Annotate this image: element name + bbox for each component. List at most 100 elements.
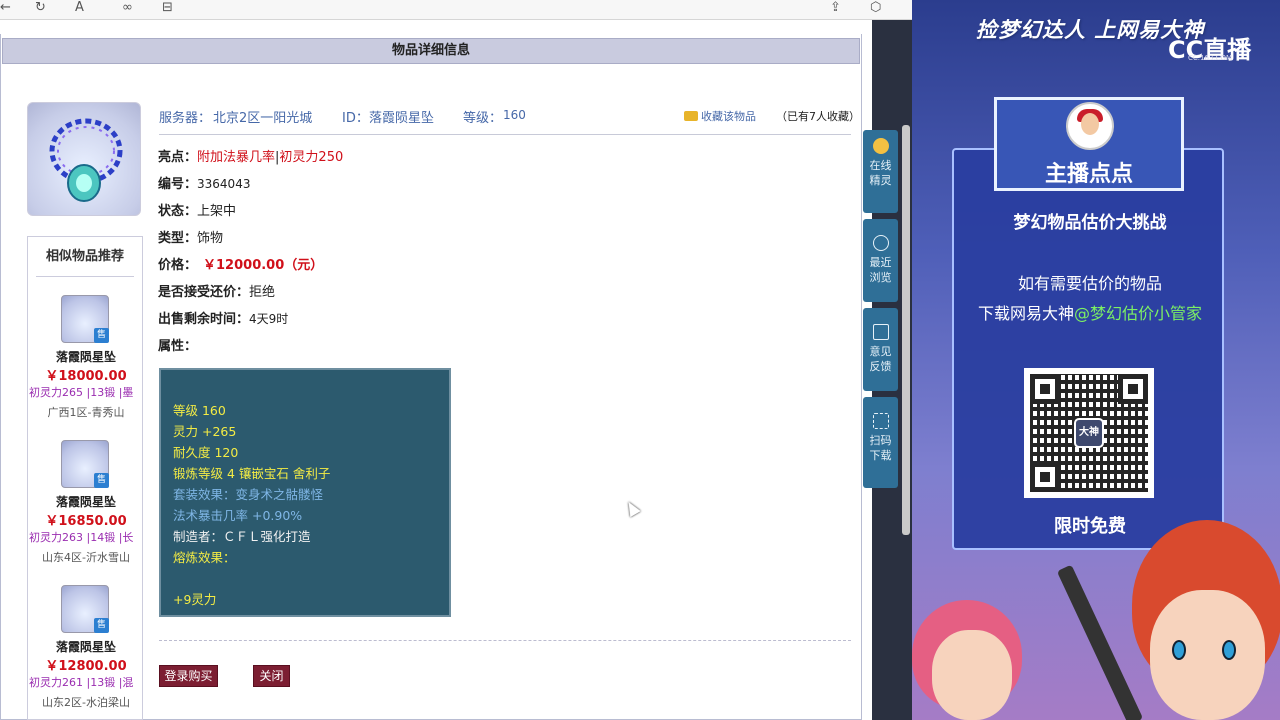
level-value: 160 xyxy=(503,108,526,122)
host-badge: 主播点点 xyxy=(994,97,1184,191)
item-image xyxy=(27,102,141,216)
card-line-2-highlight: @梦幻估价小管家 xyxy=(1074,304,1203,323)
level-label: 等级： xyxy=(463,111,503,126)
share-icon[interactable]: ⇪ xyxy=(830,1,841,15)
bookmark-icon[interactable]: ⊟ xyxy=(162,1,173,15)
stream-overlay: 捡梦幻达人 上网易大神 CC直播 CC.163.COM 梦幻物品估价大挑战 如有… xyxy=(912,0,1280,720)
similar-item-price: ￥18000.00 xyxy=(45,369,127,384)
item-detail-page: 物品详细信息 服务器： 北京2区一阳光城 ID： 落霞陨星坠 等级： 160 收… xyxy=(0,20,872,720)
price-value: ￥12000.00（元） xyxy=(203,258,324,273)
dashen-logo: 大神 xyxy=(1074,418,1104,448)
scan-icon xyxy=(872,413,889,429)
scrollbar-thumb[interactable] xyxy=(902,125,910,535)
status-value: 上架中 xyxy=(197,204,237,219)
extension-icon[interactable]: ⬡ xyxy=(870,1,881,15)
type-label: 类型： xyxy=(158,231,198,246)
similar-item[interactable]: 售 落霞陨星坠 ￥16850.00 初灵力263 |14锻 |长 山东4区-沂水… xyxy=(28,440,144,580)
remaining-field: 出售剩余时间：4天9时 xyxy=(158,308,288,327)
float-label: 意见 反馈 xyxy=(869,345,892,373)
status-label: 状态： xyxy=(158,204,198,219)
similar-item-name: 落霞陨星坠 xyxy=(55,640,116,654)
similar-items-panel: 相似物品推荐 售 落霞陨星坠 ￥18000.00 初灵力265 |13锻 |墨 … xyxy=(27,236,143,720)
attr-melt-value: +9灵力 xyxy=(173,592,217,607)
number-value: 3364043 xyxy=(197,177,251,191)
remaining-label: 出售剩余时间： xyxy=(158,312,250,327)
number-label: 编号： xyxy=(158,177,198,192)
scan-download-button[interactable]: 扫码 下载 xyxy=(863,397,898,488)
divider xyxy=(159,134,851,135)
similar-item[interactable]: 售 落霞陨星坠 ￥12800.00 初灵力261 |13锻 |混 山东2区-水泊… xyxy=(28,585,144,720)
bargain-label: 是否接受还价： xyxy=(158,285,250,300)
avatar-face xyxy=(1081,113,1099,135)
character-face xyxy=(1150,590,1265,720)
cc-url: CC.163.COM xyxy=(1188,54,1233,62)
number-field: 编号：3364043 xyxy=(158,173,250,192)
attr-set-effect: 套装效果：变身术之骷髅怪 xyxy=(173,487,324,502)
pendant-icon: 售 xyxy=(61,295,109,343)
recent-browse-button[interactable]: 最近 浏览 xyxy=(863,219,898,302)
price-label: 价格： xyxy=(158,258,198,273)
host-avatar xyxy=(1066,102,1114,150)
attr-spacer xyxy=(173,568,437,589)
attr-melt-label: 熔炼效果： xyxy=(173,550,236,565)
highlight-value-2: 初灵力250 xyxy=(279,150,344,165)
similar-item-name: 落霞陨星坠 xyxy=(55,350,116,364)
character-staff xyxy=(1056,564,1144,720)
card-line-1: 如有需要估价的物品 xyxy=(1017,274,1162,293)
attr-maker: 制造者：ＣＦＬ强化打造 xyxy=(173,529,311,544)
bargain-field: 是否接受还价：拒绝 xyxy=(158,281,275,300)
back-icon[interactable]: ← xyxy=(0,1,11,15)
qr-code: 大神 xyxy=(1024,368,1154,498)
highlight-label: 亮点： xyxy=(158,150,198,165)
card-line-2: 下载网易大神@梦幻估价小管家 xyxy=(954,300,1226,324)
favorite-button[interactable]: 收藏该物品 xyxy=(684,108,756,124)
similar-item-price: ￥16850.00 xyxy=(45,514,127,529)
sell-tag: 售 xyxy=(94,618,109,633)
similar-item-server: 广西1区-青秀山 xyxy=(47,406,125,419)
browser-toolbar: ← ↻ A ∞ ⊟ ⇪ ⬡ xyxy=(0,0,912,20)
host-name: 主播点点 xyxy=(1044,162,1133,187)
attr-field: 属性： xyxy=(158,335,197,354)
refresh-icon[interactable]: ↻ xyxy=(35,1,46,15)
divider xyxy=(159,640,851,641)
feedback-button[interactable]: 意见 反馈 xyxy=(863,308,898,391)
promo-card: 梦幻物品估价大挑战 如有需要估价的物品 下载网易大神@梦幻估价小管家 大神 限时… xyxy=(952,148,1224,550)
favorite-count: （已有7人收藏） xyxy=(776,110,860,123)
buy-button[interactable]: 登录购买 xyxy=(159,665,218,687)
close-button[interactable]: 关闭 xyxy=(253,665,290,687)
edit-icon xyxy=(872,324,889,340)
float-label: 扫码 下载 xyxy=(869,434,892,462)
pendant-icon: 售 xyxy=(61,585,109,633)
server-label: 服务器： xyxy=(159,111,212,126)
similar-item-server: 山东4区-沂水雪山 xyxy=(42,551,130,564)
highlight-value-1: 附加法暴几率 xyxy=(197,150,276,165)
attr-label: 属性： xyxy=(158,339,198,354)
status-field: 状态：上架中 xyxy=(158,200,236,219)
qr-finder xyxy=(1030,374,1060,404)
attr-level: 等级 160 xyxy=(173,403,226,418)
qr-pattern: 大神 xyxy=(1030,374,1148,492)
link-icon[interactable]: ∞ xyxy=(122,1,133,15)
similar-items-title: 相似物品推荐 xyxy=(36,237,134,277)
highlight-field: 亮点：附加法暴几率|初灵力250 xyxy=(158,146,343,165)
font-icon[interactable]: A xyxy=(75,1,84,15)
type-field: 类型：饰物 xyxy=(158,227,223,246)
sell-tag: 售 xyxy=(94,473,109,488)
similar-item[interactable]: 售 落霞陨星坠 ￥18000.00 初灵力265 |13锻 |墨 广西1区-青秀… xyxy=(28,295,144,435)
similar-item-price: ￥12800.00 xyxy=(45,659,127,674)
pendant-icon: 售 xyxy=(61,440,109,488)
type-value: 饰物 xyxy=(197,231,224,246)
character-eye xyxy=(1222,640,1236,660)
remaining-value: 4天9时 xyxy=(249,312,289,326)
folder-star-icon xyxy=(684,111,698,121)
server-value: 北京2区一阳光城 xyxy=(213,111,313,126)
pendant-icon xyxy=(49,118,123,202)
qr-finder xyxy=(1118,374,1148,404)
floating-sidebar: 在线 精灵 最近 浏览 意见 反馈 扫码 下载 xyxy=(863,130,898,488)
price-field: 价格： ￥12000.00（元） xyxy=(158,254,323,273)
sell-tag: 售 xyxy=(94,328,109,343)
similar-item-name: 落霞陨星坠 xyxy=(55,495,116,509)
similar-item-server: 山东2区-水泊梁山 xyxy=(42,696,130,709)
attributes-box: 等级 160 灵力 +265 耐久度 120 锻炼等级 4 镶嵌宝石 舍利子 套… xyxy=(159,368,451,617)
online-genie-button[interactable]: 在线 精灵 xyxy=(863,130,898,213)
